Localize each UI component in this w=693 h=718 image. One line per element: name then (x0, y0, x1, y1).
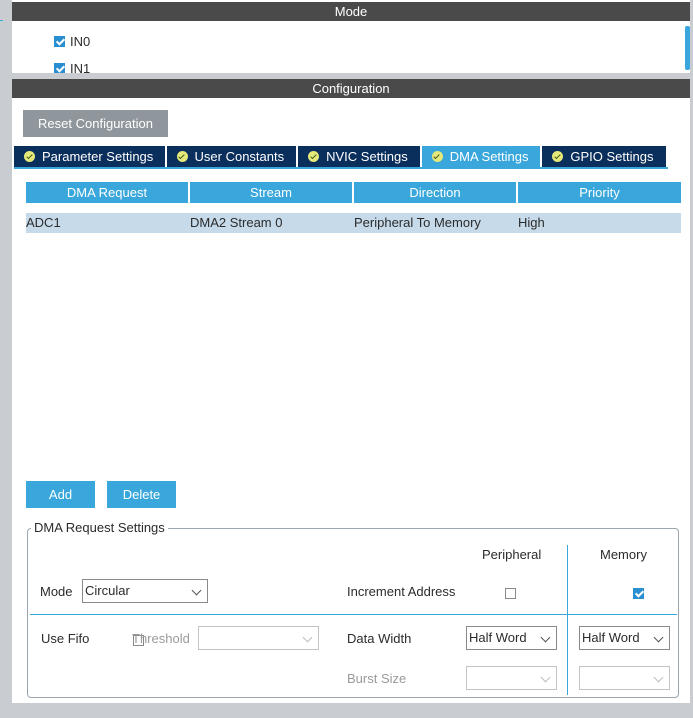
mode-select-value: Circular (85, 583, 130, 598)
increment-memory-checkbox[interactable] (632, 588, 644, 600)
in0-checkbox[interactable] (54, 36, 65, 47)
cell-stream: DMA2 Stream 0 (190, 215, 283, 230)
tab-label: DMA Settings (449, 149, 529, 164)
in1-label: IN1 (70, 61, 91, 73)
in0-label: IN0 (70, 34, 91, 49)
data-width-label: Data Width (347, 631, 412, 646)
mode-select[interactable]: Circular (82, 579, 208, 603)
mode-item-in1[interactable]: IN1 (54, 61, 90, 73)
increment-address-label: Increment Address (347, 584, 456, 599)
burst-size-label: Burst Size (347, 671, 407, 686)
frame-accent-line (0, 20, 3, 21)
tab-gpio-settings[interactable]: GPIO Settings (542, 146, 666, 167)
mode-item-in0[interactable]: IN0 (54, 34, 90, 49)
chevron-down-icon (302, 632, 313, 643)
cell-direction: Peripheral To Memory (354, 215, 481, 230)
mode-panel-title: Mode (12, 2, 690, 21)
data-width-peripheral-select[interactable]: Half Word (466, 626, 557, 650)
chevron-down-icon (540, 672, 551, 683)
table-header-row: DMA Request Stream Direction Priority (26, 182, 681, 203)
tab-label: User Constants (194, 149, 285, 164)
column-header-direction[interactable]: Direction (354, 182, 516, 203)
tab-label: Parameter Settings (42, 149, 154, 164)
window-frame-bottom (0, 703, 693, 718)
window-frame-left (0, 0, 12, 718)
cell-dma-request: ADC1 (26, 215, 61, 230)
use-fifo-label: Use Fifo (41, 631, 90, 646)
chevron-down-icon (191, 585, 202, 596)
tab-label: NVIC Settings (326, 149, 408, 164)
data-width-memory-value: Half Word (582, 630, 640, 645)
mode-panel: IN0 IN1 (12, 21, 690, 73)
tab-nvic-settings[interactable]: NVIC Settings (298, 146, 420, 167)
check-circle-icon (431, 151, 443, 162)
check-circle-icon (552, 151, 564, 162)
threshold-select[interactable] (198, 626, 319, 650)
dma-request-settings-title: DMA Request Settings (31, 520, 168, 535)
check-circle-icon (24, 151, 35, 162)
cell-priority: High (518, 215, 545, 230)
data-width-memory-select[interactable]: Half Word (579, 626, 670, 650)
data-width-peripheral-value: Half Word (469, 630, 527, 645)
memory-column-header: Memory (600, 547, 647, 562)
tab-parameter-settings[interactable]: Parameter Settings (14, 146, 165, 167)
reset-configuration-button[interactable]: Reset Configuration (23, 110, 168, 137)
tab-user-constants[interactable]: User Constants (166, 146, 297, 167)
increment-peripheral-checkbox[interactable] (505, 588, 516, 600)
table-row[interactable]: ADC1 DMA2 Stream 0 Peripheral To Memory … (26, 213, 681, 233)
check-circle-icon (308, 151, 320, 162)
dma-request-table: DMA Request Stream Direction Priority AD… (26, 182, 681, 233)
burst-size-peripheral-select[interactable] (466, 666, 557, 690)
configuration-panel-title: Configuration (12, 79, 690, 98)
column-header-priority[interactable]: Priority (518, 182, 681, 203)
tab-label: GPIO Settings (570, 149, 654, 164)
delete-button[interactable]: Delete (107, 481, 176, 508)
chevron-down-icon (540, 632, 551, 643)
mode-label: Mode (40, 584, 73, 599)
tab-dma-settings[interactable]: DMA Settings (421, 146, 541, 167)
column-header-dma-request[interactable]: DMA Request (26, 182, 188, 203)
chevron-down-icon (653, 672, 664, 683)
chevron-down-icon (653, 632, 664, 643)
column-header-stream[interactable]: Stream (190, 182, 352, 203)
threshold-label: Threshold (132, 631, 190, 646)
burst-size-memory-select[interactable] (579, 666, 670, 690)
check-circle-icon (176, 151, 188, 162)
peripheral-column-header: Peripheral (482, 547, 542, 562)
add-button[interactable]: Add (26, 481, 95, 508)
settings-divider-vertical (567, 545, 568, 695)
in1-checkbox[interactable] (54, 63, 65, 73)
settings-tabs: Parameter Settings User Constants NVIC S… (14, 146, 668, 169)
settings-divider-horizontal (30, 614, 677, 615)
mode-panel-scrollbar[interactable] (685, 26, 690, 70)
